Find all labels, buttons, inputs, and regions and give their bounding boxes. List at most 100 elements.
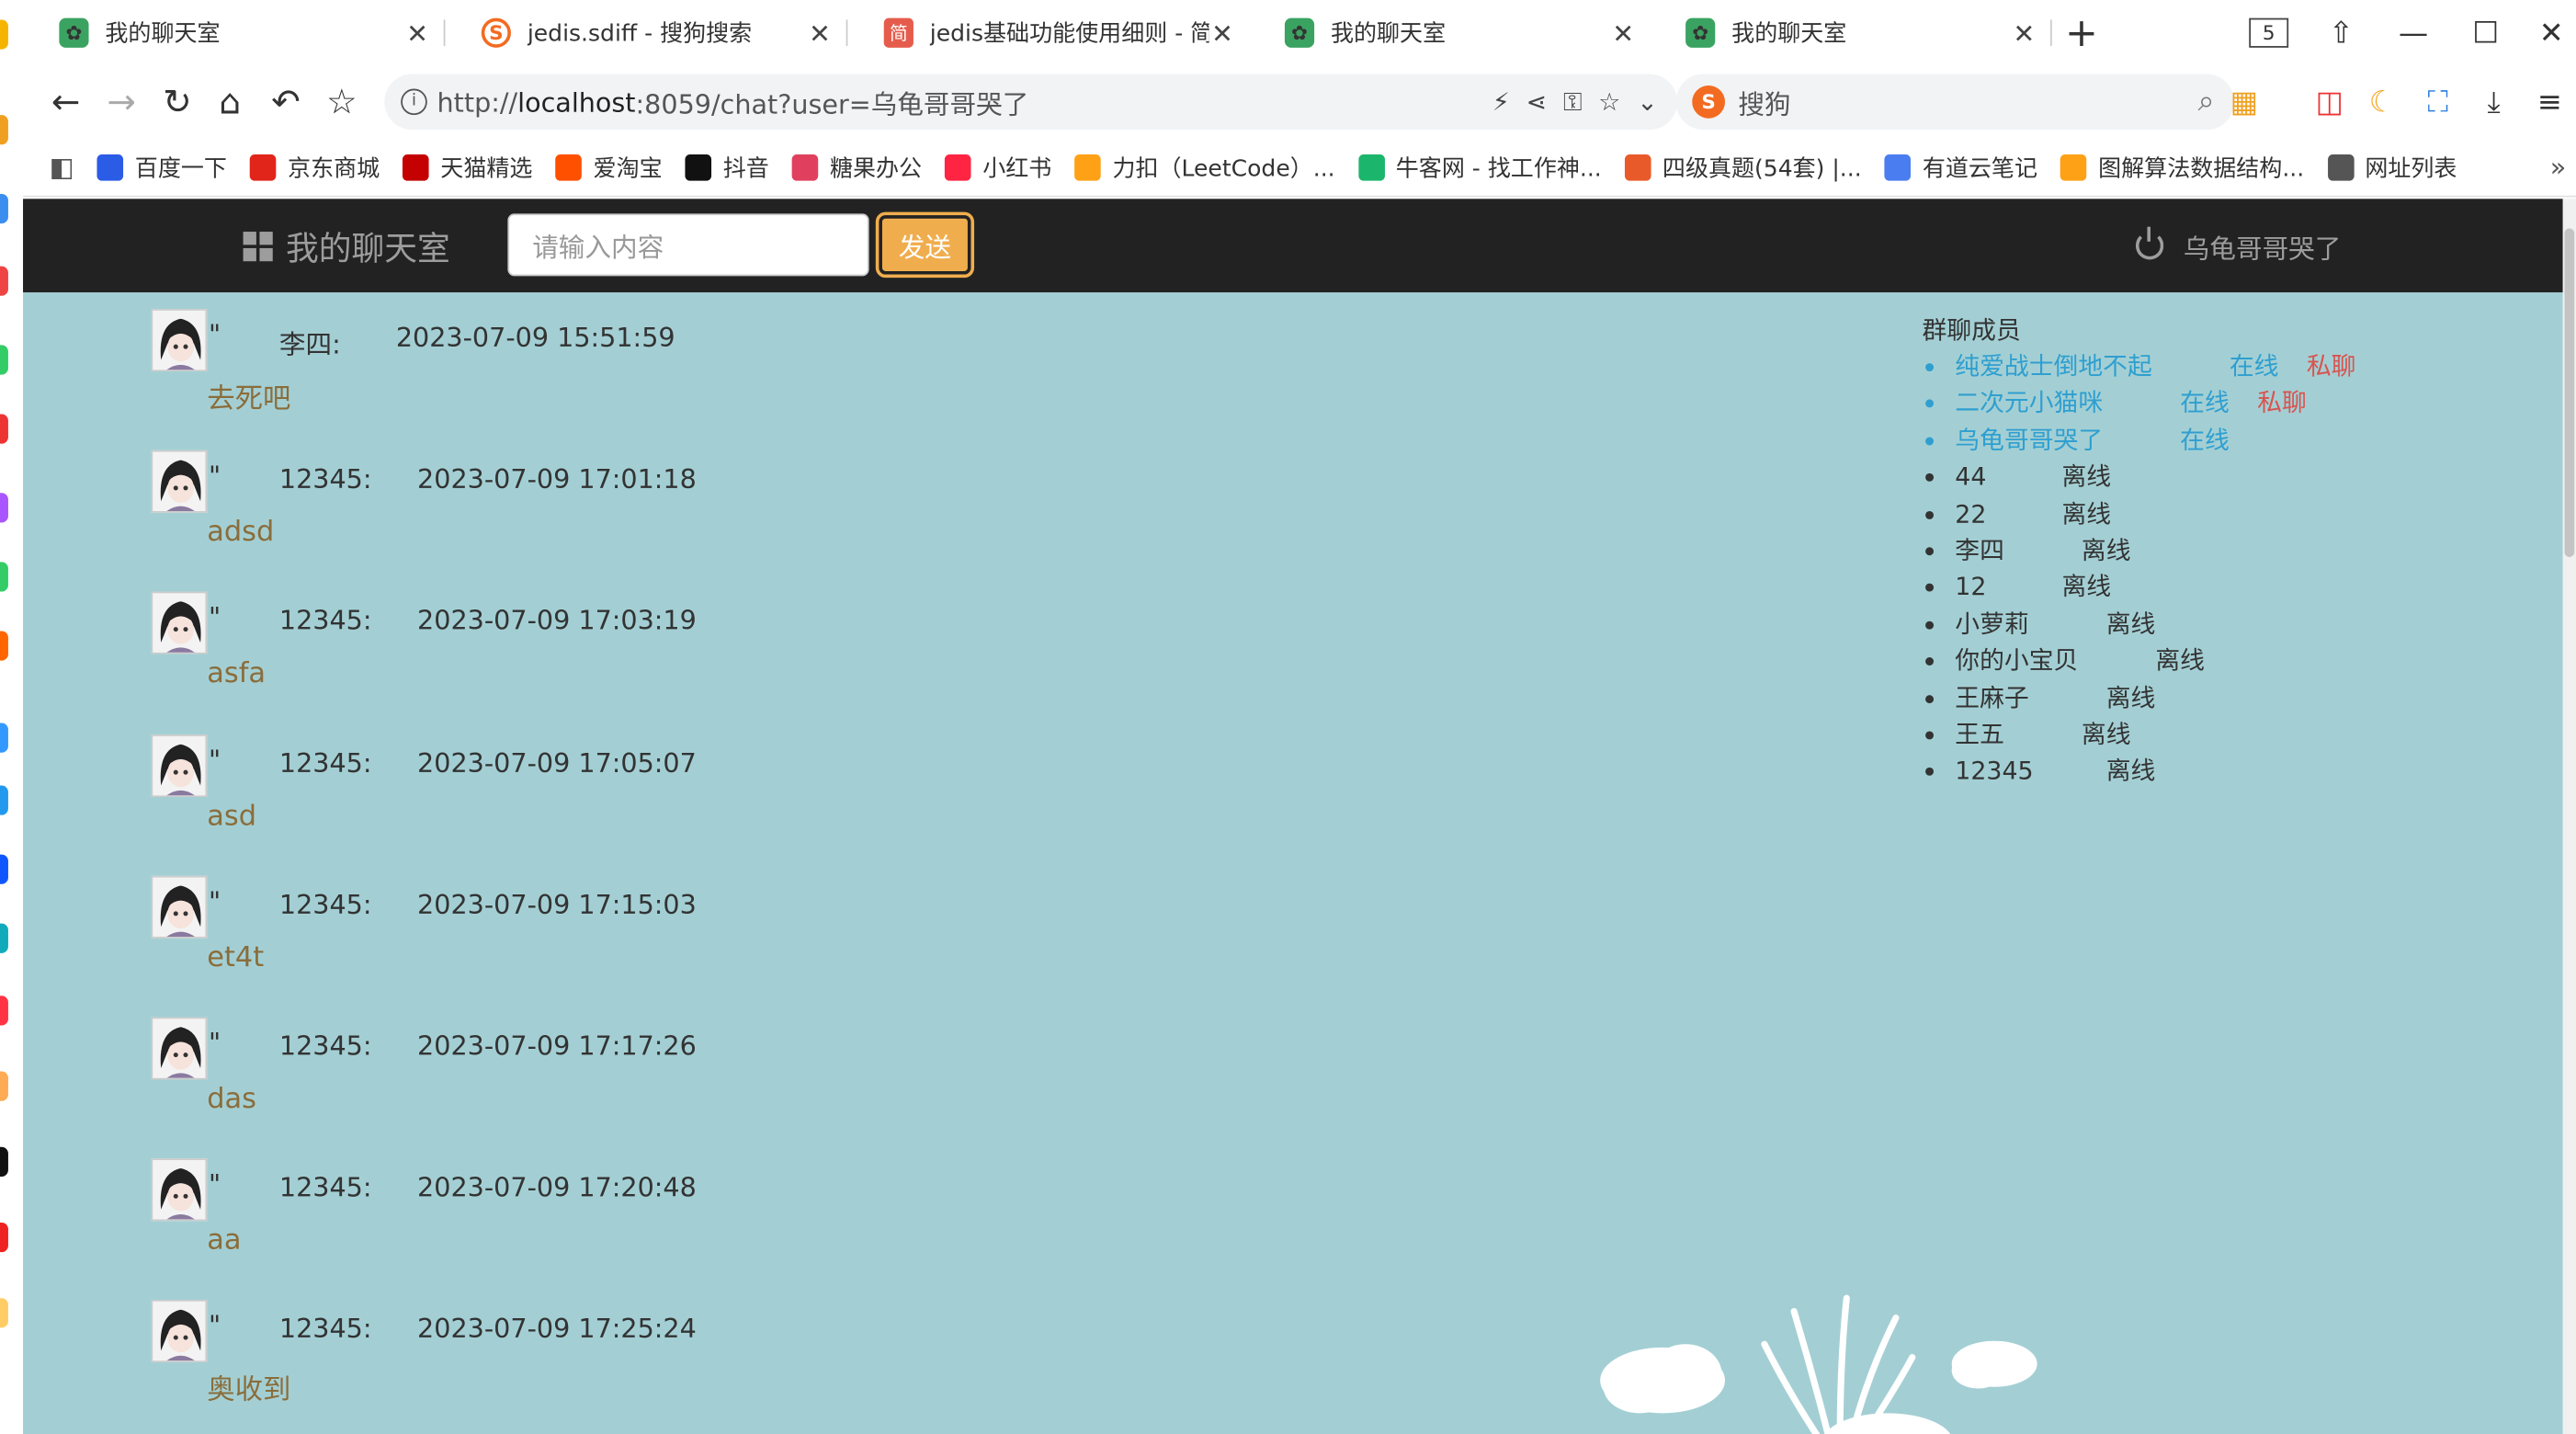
bookmark-label: 抖音 bbox=[722, 154, 769, 182]
message-text: et4t bbox=[207, 940, 265, 974]
brand[interactable]: 我的聊天室 bbox=[243, 199, 450, 292]
member-status: 离线 bbox=[2105, 756, 2156, 787]
member-name[interactable]: 纯爱战士倒地不起 bbox=[1955, 350, 2152, 383]
share-icon[interactable]: ⋖ bbox=[1526, 87, 1547, 117]
more-bookmarks-icon[interactable]: » bbox=[2550, 151, 2567, 182]
message-input[interactable]: 请输入内容 bbox=[507, 213, 869, 277]
member-name: 王五 bbox=[1955, 719, 2004, 749]
flash-icon[interactable]: ⚡ bbox=[1492, 87, 1510, 117]
close-icon[interactable]: ✕ bbox=[1610, 17, 1637, 49]
new-tab-icon[interactable]: + bbox=[2060, 0, 2103, 66]
member-item: 44 离线 bbox=[1923, 461, 2547, 497]
logout-link[interactable]: 乌龟哥哥哭了 bbox=[2135, 199, 2341, 292]
private-chat-link[interactable]: 私聊 bbox=[2307, 350, 2356, 383]
bookmark-label: 天猫精选 bbox=[440, 154, 533, 182]
download-icon[interactable]: ⤓ bbox=[2474, 82, 2514, 121]
quote-mark: " bbox=[209, 744, 221, 776]
info-icon[interactable]: i bbox=[401, 88, 427, 116]
scrollbar-thumb[interactable] bbox=[2564, 228, 2575, 558]
app-navbar: 我的聊天室 请输入内容 发送 乌龟哥哥哭了 bbox=[23, 199, 2563, 293]
message-time: 2023-07-09 17:15:03 bbox=[417, 888, 697, 920]
private-chat-link[interactable]: 私聊 bbox=[2257, 387, 2307, 420]
crop-icon[interactable]: ⛶ bbox=[2418, 82, 2457, 121]
url-prefix: http:// bbox=[437, 85, 518, 118]
bookmark-item[interactable]: 京东商城 bbox=[249, 151, 380, 184]
tab-sogou-search[interactable]: S jedis.sdiff - 搜狗搜索 ✕ bbox=[445, 0, 845, 66]
bookmark-star-icon[interactable]: ☆ bbox=[1598, 87, 1620, 117]
reload-icon[interactable]: ↻ bbox=[158, 82, 198, 121]
chevron-down-icon[interactable]: ⌄ bbox=[1637, 87, 1657, 117]
tab-chatroom-1[interactable]: ✿ 我的聊天室 ✕ bbox=[23, 0, 444, 66]
member-item: 12345 离线 bbox=[1923, 755, 2547, 791]
message-text: asd bbox=[207, 799, 257, 833]
bookmark-item[interactable]: 爱淘宝 bbox=[555, 151, 663, 184]
moon-icon[interactable]: ☾ bbox=[2363, 82, 2402, 121]
search-icon[interactable]: ⌕ bbox=[2198, 84, 2215, 119]
member-status: 在线 bbox=[2180, 388, 2230, 418]
member-item: 王麻子 离线 bbox=[1923, 681, 2547, 718]
message-item: " 12345: 2023-07-09 17:15:03 et4t bbox=[151, 859, 743, 991]
bullet-icon bbox=[1925, 657, 1935, 666]
search-box[interactable]: S 搜狗 ⌕ bbox=[1675, 74, 2235, 131]
forward-icon[interactable]: → bbox=[102, 82, 142, 121]
bookmark-item[interactable]: 糖果办公 bbox=[791, 151, 922, 184]
bookmark-item[interactable]: 有道云笔记 bbox=[1884, 151, 2037, 184]
tab-chatroom-active[interactable]: ✿ 我的聊天室 ✕ bbox=[1248, 0, 1650, 66]
sidebar-toggle-icon[interactable]: ◧ bbox=[50, 151, 74, 182]
page-scrollbar[interactable] bbox=[2562, 199, 2576, 1434]
quote-mark: " bbox=[209, 318, 221, 350]
bookmark-item[interactable]: 网址列表 bbox=[2327, 151, 2457, 184]
tab-title: 我的聊天室 bbox=[105, 21, 221, 48]
tab-count-button[interactable]: 5 bbox=[2244, 0, 2294, 66]
bookmark-favicon-icon bbox=[1624, 154, 1651, 180]
bookmark-item[interactable]: 抖音 bbox=[685, 151, 769, 184]
maximize-icon[interactable]: ☐ bbox=[2461, 0, 2511, 66]
close-icon[interactable]: ✕ bbox=[807, 17, 834, 49]
member-status: 在线 bbox=[2180, 425, 2230, 455]
close-icon[interactable]: ✕ bbox=[2011, 17, 2037, 49]
bookmark-item[interactable]: 小红书 bbox=[945, 151, 1051, 184]
bookmark-label: 京东商城 bbox=[288, 154, 380, 182]
apps-grid-icon[interactable]: ▦ bbox=[2224, 82, 2264, 121]
sogou-favicon: S bbox=[481, 17, 511, 48]
member-name[interactable]: 二次元小猫咪 bbox=[1955, 387, 2103, 420]
bullet-icon bbox=[1925, 620, 1935, 630]
bookmark-label: 小红书 bbox=[982, 154, 1052, 182]
member-status: 离线 bbox=[2081, 719, 2131, 749]
close-icon[interactable]: ✕ bbox=[1209, 17, 1236, 49]
undo-icon[interactable]: ↶ bbox=[267, 82, 306, 121]
bookmark-item[interactable]: 牛客网 - 找工作神... bbox=[1357, 151, 1602, 184]
avatar bbox=[151, 734, 208, 797]
tab-jianshu[interactable]: 简 jedis基础功能使用细则 - 简书 ✕ bbox=[847, 0, 1248, 66]
close-icon[interactable]: ✕ bbox=[404, 17, 431, 49]
bookmark-item[interactable]: 百度一下 bbox=[96, 151, 227, 184]
bookmark-favicon-icon bbox=[555, 154, 583, 180]
bookmark-item[interactable]: 四级真题(54套) |... bbox=[1624, 151, 1862, 184]
favorite-star-icon[interactable]: ☆ bbox=[322, 82, 361, 121]
member-name: 小萝莉 bbox=[1955, 609, 2029, 639]
member-name[interactable]: 乌龟哥哥哭了 bbox=[1955, 424, 2103, 457]
menu-icon[interactable]: ≡ bbox=[2530, 82, 2570, 121]
url-host: localhost bbox=[517, 85, 636, 118]
skin-icon[interactable]: ⇧ bbox=[2317, 0, 2366, 66]
jianshu-favicon: 简 bbox=[883, 17, 914, 48]
tab-title: 我的聊天室 bbox=[1330, 21, 1447, 48]
close-window-icon[interactable]: ✕ bbox=[2526, 0, 2576, 66]
bookmark-item[interactable]: 图解算法数据结构... bbox=[2060, 151, 2304, 184]
bookmark-item[interactable]: 天猫精选 bbox=[403, 151, 532, 184]
tab-title: jedis基础功能使用细则 - 简书 bbox=[929, 21, 1209, 48]
send-button[interactable]: 发送 bbox=[875, 211, 975, 279]
member-status: 离线 bbox=[2081, 535, 2131, 565]
pdf-icon[interactable]: ◫ bbox=[2309, 82, 2349, 121]
bookmark-favicon-icon bbox=[96, 154, 124, 180]
url-bar[interactable]: i http://localhost:8059/chat?user=乌龟哥哥哭了… bbox=[384, 74, 1678, 131]
home-icon[interactable]: ⌂ bbox=[210, 82, 250, 121]
bookmark-label: 四级真题(54套) |... bbox=[1662, 154, 1862, 182]
key-icon[interactable]: ⚿ bbox=[1563, 87, 1582, 117]
tab-chatroom-3[interactable]: ✿ 我的聊天室 ✕ bbox=[1650, 0, 2050, 66]
minimize-icon[interactable]: — bbox=[2389, 0, 2438, 66]
browser-window: ✿ 我的聊天室 ✕ S jedis.sdiff - 搜狗搜索 ✕ 简 jedis… bbox=[0, 0, 2576, 1434]
bookmark-item[interactable]: 力扣（LeetCode）... bbox=[1074, 151, 1335, 184]
back-icon[interactable]: ← bbox=[46, 82, 85, 121]
bullet-icon bbox=[1925, 363, 1935, 372]
